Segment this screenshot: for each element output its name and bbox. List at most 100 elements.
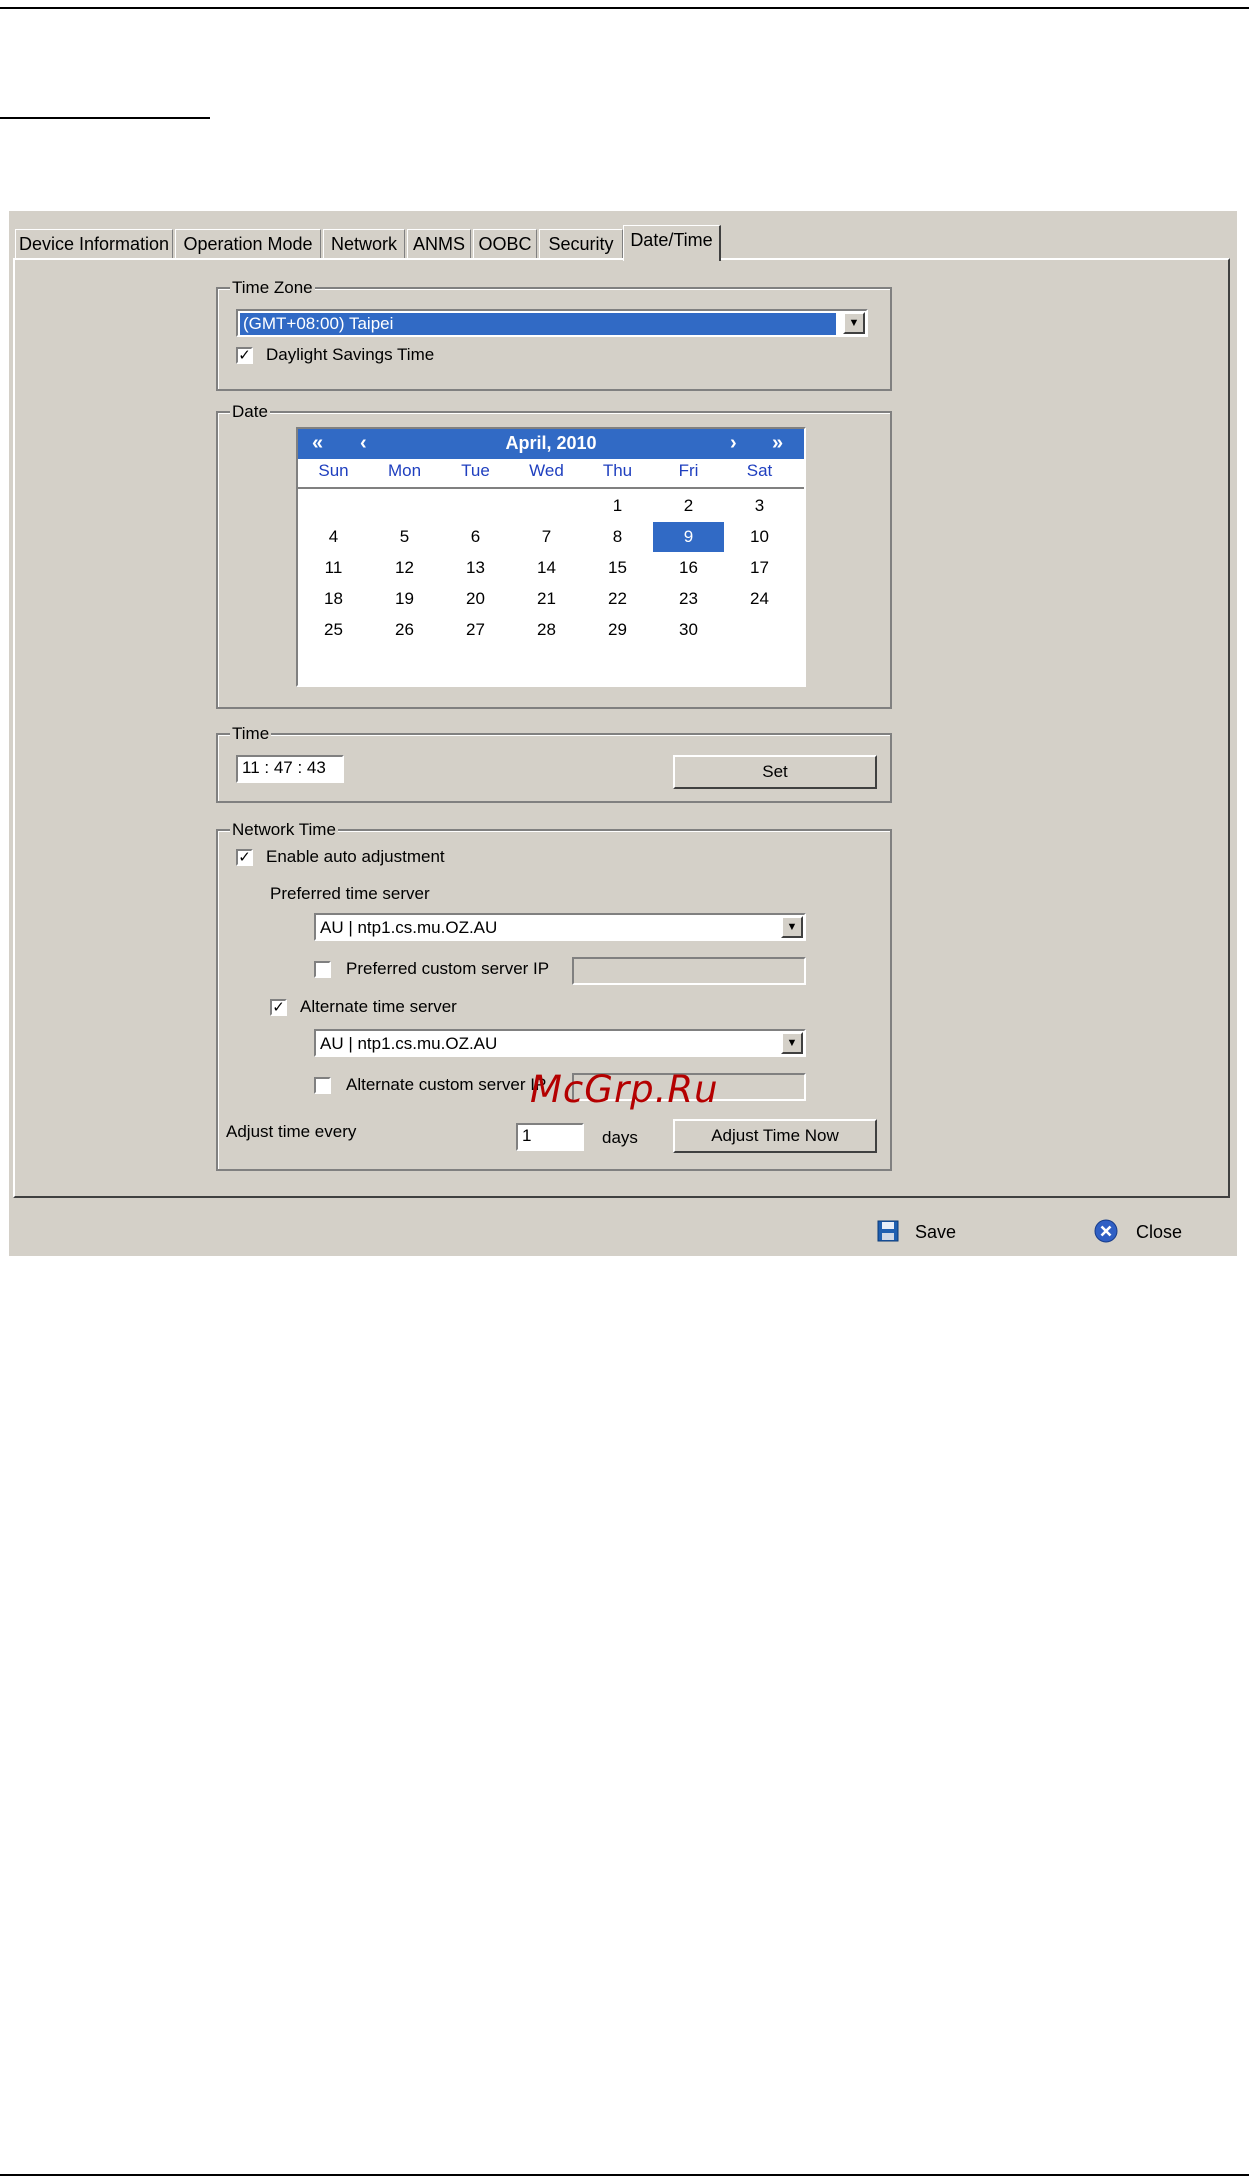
network-time-group: Network Time ✓ Enable auto adjustment Pr… xyxy=(216,819,892,1171)
tab-security[interactable]: Security xyxy=(539,229,623,259)
calendar-day-empty xyxy=(369,491,440,521)
enable-auto-adjust-label: Enable auto adjustment xyxy=(266,847,445,866)
calendar-day[interactable]: 24 xyxy=(724,584,795,614)
calendar-divider xyxy=(298,487,804,489)
alternate-custom-ip-checkbox[interactable] xyxy=(314,1077,331,1094)
window-footer: Save Close xyxy=(9,1205,1237,1256)
calendar-day[interactable]: 30 xyxy=(653,615,724,645)
floppy-disk-icon xyxy=(877,1220,899,1247)
chevron-down-icon[interactable]: ▼ xyxy=(781,1032,803,1054)
calendar-day[interactable]: 21 xyxy=(511,584,582,614)
preferred-server-select[interactable]: AU | ntp1.cs.mu.OZ.AU ▼ xyxy=(314,913,806,941)
weekday-tue: Tue xyxy=(461,461,490,480)
calendar-day[interactable]: 6 xyxy=(440,522,511,552)
calendar-day[interactable]: 7 xyxy=(511,522,582,552)
network-time-legend: Network Time xyxy=(230,819,338,841)
page-bottom-rule xyxy=(0,2174,1249,2176)
calendar-day[interactable]: 26 xyxy=(369,615,440,645)
enable-auto-adjust-checkbox[interactable]: ✓ xyxy=(236,849,253,866)
weekday-sun: Sun xyxy=(318,461,349,480)
tab-device-information[interactable]: Device Information xyxy=(15,229,173,259)
adjust-interval-input[interactable]: 1 xyxy=(516,1123,584,1151)
calendar-day[interactable]: 12 xyxy=(369,553,440,583)
tab-network[interactable]: Network xyxy=(323,229,405,259)
heading-underline xyxy=(0,117,210,119)
calendar-day[interactable]: 23 xyxy=(653,584,724,614)
time-zone-select[interactable]: (GMT+08:00) Taipei ▼ xyxy=(236,309,868,337)
daylight-savings-checkbox[interactable]: ✓ xyxy=(236,347,253,364)
preferred-custom-ip-label: Preferred custom server IP xyxy=(346,959,550,978)
calendar-day[interactable]: 28 xyxy=(511,615,582,645)
adjust-every-label: Adjust time every xyxy=(226,1122,357,1141)
alternate-custom-ip-label: Alternate custom server IP xyxy=(346,1075,547,1094)
time-group: Time 11 : 47 : 43 Set xyxy=(216,723,892,803)
tab-oobc[interactable]: OOBC xyxy=(473,229,537,259)
calendar-day[interactable]: 9 xyxy=(653,522,724,552)
calendar-day[interactable]: 25 xyxy=(298,615,369,645)
weekday-mon: Mon xyxy=(387,461,422,480)
weekday-fri: Fri xyxy=(678,461,699,480)
calendar-day-empty xyxy=(298,491,369,521)
days-label: days xyxy=(602,1128,638,1147)
calendar-day[interactable]: 27 xyxy=(440,615,511,645)
calendar-day[interactable]: 18 xyxy=(298,584,369,614)
save-button[interactable]: Save xyxy=(875,1215,965,1245)
calendar-day[interactable]: 8 xyxy=(582,522,653,552)
close-icon xyxy=(1094,1219,1118,1248)
time-input[interactable]: 11 : 47 : 43 xyxy=(236,755,344,783)
tab-operation-mode[interactable]: Operation Mode xyxy=(175,229,321,259)
tab-date-time[interactable]: Date/Time xyxy=(623,225,721,261)
prev-year-button[interactable]: « xyxy=(312,431,323,455)
date-time-panel: Time Zone (GMT+08:00) Taipei ▼ ✓ Dayligh… xyxy=(13,258,1230,1198)
next-month-button[interactable]: › xyxy=(730,431,737,455)
time-zone-legend: Time Zone xyxy=(230,277,315,299)
calendar-day[interactable]: 17 xyxy=(724,553,795,583)
tab-anms[interactable]: ANMS xyxy=(407,229,471,259)
prev-month-button[interactable]: ‹ xyxy=(360,431,367,455)
preferred-server-label: Preferred time server xyxy=(270,884,430,903)
calendar-day[interactable]: 16 xyxy=(653,553,724,583)
calendar-day[interactable]: 20 xyxy=(440,584,511,614)
calendar-day[interactable]: 4 xyxy=(298,522,369,552)
calendar-day[interactable]: 14 xyxy=(511,553,582,583)
alternate-server-label: Alternate time server xyxy=(300,997,457,1016)
daylight-savings-label: Daylight Savings Time xyxy=(266,345,435,364)
calendar-day[interactable]: 19 xyxy=(369,584,440,614)
time-legend: Time xyxy=(230,723,272,745)
calendar-day-empty xyxy=(724,615,795,645)
alternate-server-checkbox[interactable]: ✓ xyxy=(270,999,287,1016)
preferred-server-value: AU | ntp1.cs.mu.OZ.AU xyxy=(320,918,498,937)
save-label: Save xyxy=(915,1222,957,1242)
calendar-day-empty xyxy=(440,491,511,521)
weekday-wed: Wed xyxy=(529,461,564,480)
preferred-custom-ip-input[interactable] xyxy=(572,957,806,985)
chevron-down-icon[interactable]: ▼ xyxy=(843,312,865,334)
preferred-custom-ip-checkbox[interactable] xyxy=(314,961,331,978)
time-zone-group: Time Zone (GMT+08:00) Taipei ▼ ✓ Dayligh… xyxy=(216,277,892,391)
date-legend: Date xyxy=(230,401,270,423)
next-year-button[interactable]: » xyxy=(772,431,783,455)
watermark-text: McGrp.Ru xyxy=(530,1068,719,1111)
calendar-day[interactable]: 1 xyxy=(582,491,653,521)
date-calendar: April, 2010 « ‹ › » Sun Mon Tue Wed Thu … xyxy=(296,427,806,687)
close-button[interactable]: Close xyxy=(1094,1215,1194,1245)
calendar-month-title: April, 2010 xyxy=(505,433,597,453)
date-group: Date April, 2010 « ‹ › » Sun Mon Tue Wed… xyxy=(216,401,892,709)
close-label: Close xyxy=(1136,1222,1183,1242)
calendar-day[interactable]: 13 xyxy=(440,553,511,583)
weekday-sat: Sat xyxy=(746,461,773,480)
calendar-day[interactable]: 15 xyxy=(582,553,653,583)
calendar-day[interactable]: 5 xyxy=(369,522,440,552)
set-time-button[interactable]: Set xyxy=(673,755,877,789)
calendar-day[interactable]: 11 xyxy=(298,553,369,583)
calendar-day[interactable]: 22 xyxy=(582,584,653,614)
calendar-day-empty xyxy=(511,491,582,521)
adjust-time-now-button[interactable]: Adjust Time Now xyxy=(673,1119,877,1153)
alternate-server-select[interactable]: AU | ntp1.cs.mu.OZ.AU ▼ xyxy=(314,1029,806,1057)
calendar-day[interactable]: 10 xyxy=(724,522,795,552)
page-top-rule xyxy=(0,7,1249,9)
calendar-day[interactable]: 3 xyxy=(724,491,795,521)
calendar-day[interactable]: 2 xyxy=(653,491,724,521)
calendar-day[interactable]: 29 xyxy=(582,615,653,645)
chevron-down-icon[interactable]: ▼ xyxy=(781,916,803,938)
